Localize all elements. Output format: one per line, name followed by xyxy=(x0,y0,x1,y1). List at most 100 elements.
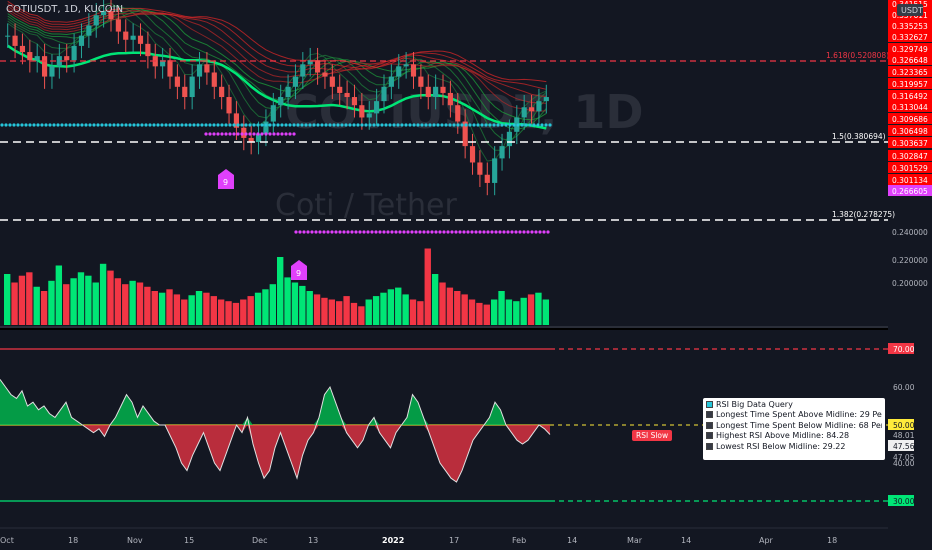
volume-bar xyxy=(247,296,254,325)
skull-icon xyxy=(706,421,713,429)
candle-body xyxy=(130,35,136,40)
rsi-axis-label: 40.00 xyxy=(893,459,915,468)
cyan-level-dot xyxy=(180,123,184,127)
cyan-level-dot xyxy=(516,123,520,127)
cyan-level-dot xyxy=(232,123,236,127)
volume-bar xyxy=(188,295,195,325)
cyan-level-dot xyxy=(60,123,64,127)
cyan-level-dot xyxy=(468,123,472,127)
cyan-level-dot xyxy=(220,123,224,127)
cyan-level-dot xyxy=(356,123,360,127)
volume-bar xyxy=(483,304,490,325)
cyan-level-dot xyxy=(68,123,72,127)
magenta-level-dot xyxy=(382,230,386,234)
price-axis-label: 0.301529 xyxy=(892,164,928,173)
cyan-level-dot xyxy=(96,123,100,127)
volume-bar xyxy=(358,306,365,325)
volume-bar xyxy=(490,299,498,325)
magenta-level-dot xyxy=(240,132,244,136)
price-axis-label: 0.326648 xyxy=(892,56,928,65)
price-axis-label: 0.220000 xyxy=(892,256,928,265)
magenta-level-dot xyxy=(450,230,454,234)
price-axis-label: 0.200000 xyxy=(892,279,928,288)
cyan-level-dot xyxy=(248,123,252,127)
background xyxy=(0,0,932,550)
magenta-level-dot xyxy=(314,230,318,234)
cyan-level-dot xyxy=(288,123,292,127)
time-axis-label: Nov xyxy=(127,536,143,545)
volume-bar xyxy=(107,270,114,325)
magenta-level-dot xyxy=(446,230,450,234)
price-axis-label: 0.319957 xyxy=(892,80,928,89)
cyan-level-dot xyxy=(224,123,228,127)
cyan-level-dot xyxy=(376,123,380,127)
rsi-info-panel: RSI Big Data Query Longest Time Spent Ab… xyxy=(703,398,885,460)
magenta-level-dot xyxy=(494,230,498,234)
volume-bar xyxy=(454,291,461,325)
magenta-level-dot xyxy=(306,230,310,234)
cyan-level-dot xyxy=(160,123,164,127)
candle-body xyxy=(322,72,328,77)
cyan-level-dot xyxy=(412,123,416,127)
volume-bar xyxy=(151,291,158,325)
volume-bar xyxy=(409,299,417,325)
magenta-level-dot xyxy=(244,132,248,136)
cyan-level-dot xyxy=(300,123,304,127)
candle-body xyxy=(19,45,26,53)
magenta-level-dot xyxy=(342,230,346,234)
info-line: Highest RSI Above Midline: 84.28 xyxy=(706,431,882,441)
info-panel-title-row: RSI Big Data Query xyxy=(706,400,882,410)
cyan-level-dot xyxy=(360,123,364,127)
cyan-level-dot xyxy=(168,123,172,127)
cyan-level-dot xyxy=(108,123,112,127)
magenta-level-dot xyxy=(510,230,514,234)
cyan-level-dot xyxy=(504,123,508,127)
cyan-level-dot xyxy=(496,123,500,127)
volume-bar xyxy=(114,278,122,325)
volume-bar xyxy=(446,287,454,325)
cyan-level-dot xyxy=(528,123,532,127)
volume-bar xyxy=(63,284,70,325)
volume-bar xyxy=(284,277,291,325)
cyan-level-dot xyxy=(348,123,352,127)
price-axis-label: 0.323365 xyxy=(892,68,928,77)
magenta-level-dot xyxy=(216,132,220,136)
cyan-level-dot xyxy=(104,123,108,127)
cyan-level-dot xyxy=(184,123,188,127)
candle-body xyxy=(477,162,483,175)
cyan-level-dot xyxy=(116,123,120,127)
magenta-level-dot xyxy=(264,132,268,136)
volume-bar xyxy=(11,282,18,325)
cyan-level-dot xyxy=(532,123,536,127)
candle-body xyxy=(492,158,498,183)
cyan-level-dot xyxy=(328,123,332,127)
candle-body xyxy=(418,76,424,87)
cyan-level-dot xyxy=(252,123,256,127)
magenta-level-dot xyxy=(288,132,292,136)
cyan-level-dot xyxy=(320,123,324,127)
cyan-level-dot xyxy=(132,123,136,127)
time-axis-label: 13 xyxy=(308,536,318,545)
cyan-level-dot xyxy=(144,123,148,127)
volume-bar xyxy=(520,297,527,325)
cyan-level-dot xyxy=(92,123,96,127)
magenta-level-dot xyxy=(486,230,490,234)
cyan-level-dot xyxy=(472,123,476,127)
candle-body xyxy=(366,113,372,118)
cyan-level-dot xyxy=(152,123,156,127)
magenta-level-dot xyxy=(402,230,406,234)
magenta-level-dot xyxy=(370,230,374,234)
rsi-slow-label: RSI Slow xyxy=(632,430,673,441)
cyan-level-dot xyxy=(304,123,308,127)
volume-bar xyxy=(55,265,63,325)
rsi-axis-label: 47.56 xyxy=(893,442,915,451)
cyan-level-dot xyxy=(20,123,24,127)
volume-bar xyxy=(181,299,188,325)
price-axis-label: 0.313044 xyxy=(892,103,928,112)
volume-bar xyxy=(217,299,225,325)
rsi-axis-label: 50.00 xyxy=(893,421,915,430)
magenta-level-dot xyxy=(346,230,350,234)
cyan-level-dot xyxy=(384,123,388,127)
cyan-level-dot xyxy=(112,123,116,127)
magenta-level-dot xyxy=(260,132,264,136)
